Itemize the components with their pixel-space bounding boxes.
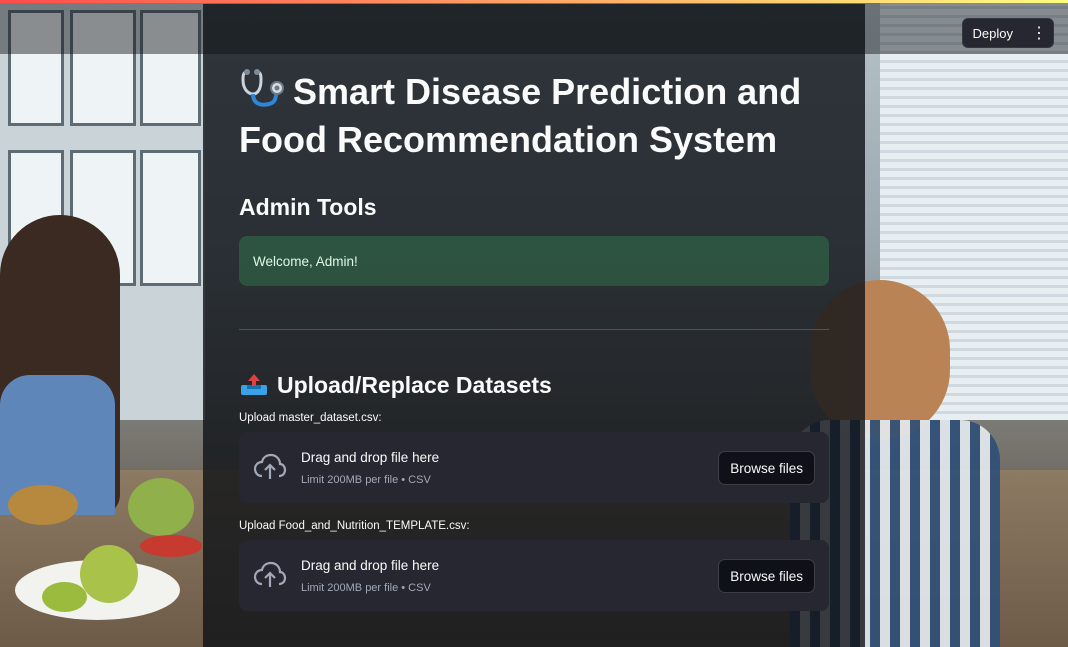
browse-files-button[interactable]: Browse files [718,559,815,593]
top-decoration [0,0,1068,3]
upload-section-title: Upload/Replace Datasets [277,372,552,398]
cloud-upload-icon [253,560,287,590]
deploy-button[interactable]: Deploy [963,26,1025,41]
page-title-text: Smart Disease Prediction and Food Recomm… [239,71,802,160]
app-header [0,0,1068,54]
inbox-tray-icon [239,371,269,399]
uploader-label: Upload master_dataset.csv: [239,412,382,424]
deploy-toolbar: Deploy ⋮ [961,18,1054,48]
dropzone-limit: Limit 200MB per file • CSV [301,582,431,594]
page-title: Smart Disease Prediction and Food Recomm… [239,68,829,164]
child-left [0,215,120,515]
success-alert: Welcome, Admin! [239,236,829,286]
dropzone-instructions: Drag and drop file here [301,450,440,465]
admin-heading: Admin Tools [239,194,377,220]
dropzone-limit: Limit 200MB per file • CSV [301,474,431,486]
stethoscope-icon [239,68,287,108]
file-dropzone[interactable]: Drag and drop file here Limit 200MB per … [239,432,829,503]
main-panel: Smart Disease Prediction and Food Recomm… [203,4,865,647]
divider [239,329,829,330]
vertical-dots-icon[interactable]: ⋮ [1025,19,1053,47]
success-message: Welcome, Admin! [253,253,358,269]
upload-section-heading: Upload/Replace Datasets [239,368,829,402]
browse-files-button[interactable]: Browse files [718,451,815,485]
file-dropzone[interactable]: Drag and drop file here Limit 200MB per … [239,540,829,611]
uploader-label: Upload Food_and_Nutrition_TEMPLATE.csv: [239,520,470,532]
main-content: Smart Disease Prediction and Food Recomm… [239,64,829,611]
dropzone-instructions: Drag and drop file here [301,558,440,573]
cloud-upload-icon [253,452,287,482]
